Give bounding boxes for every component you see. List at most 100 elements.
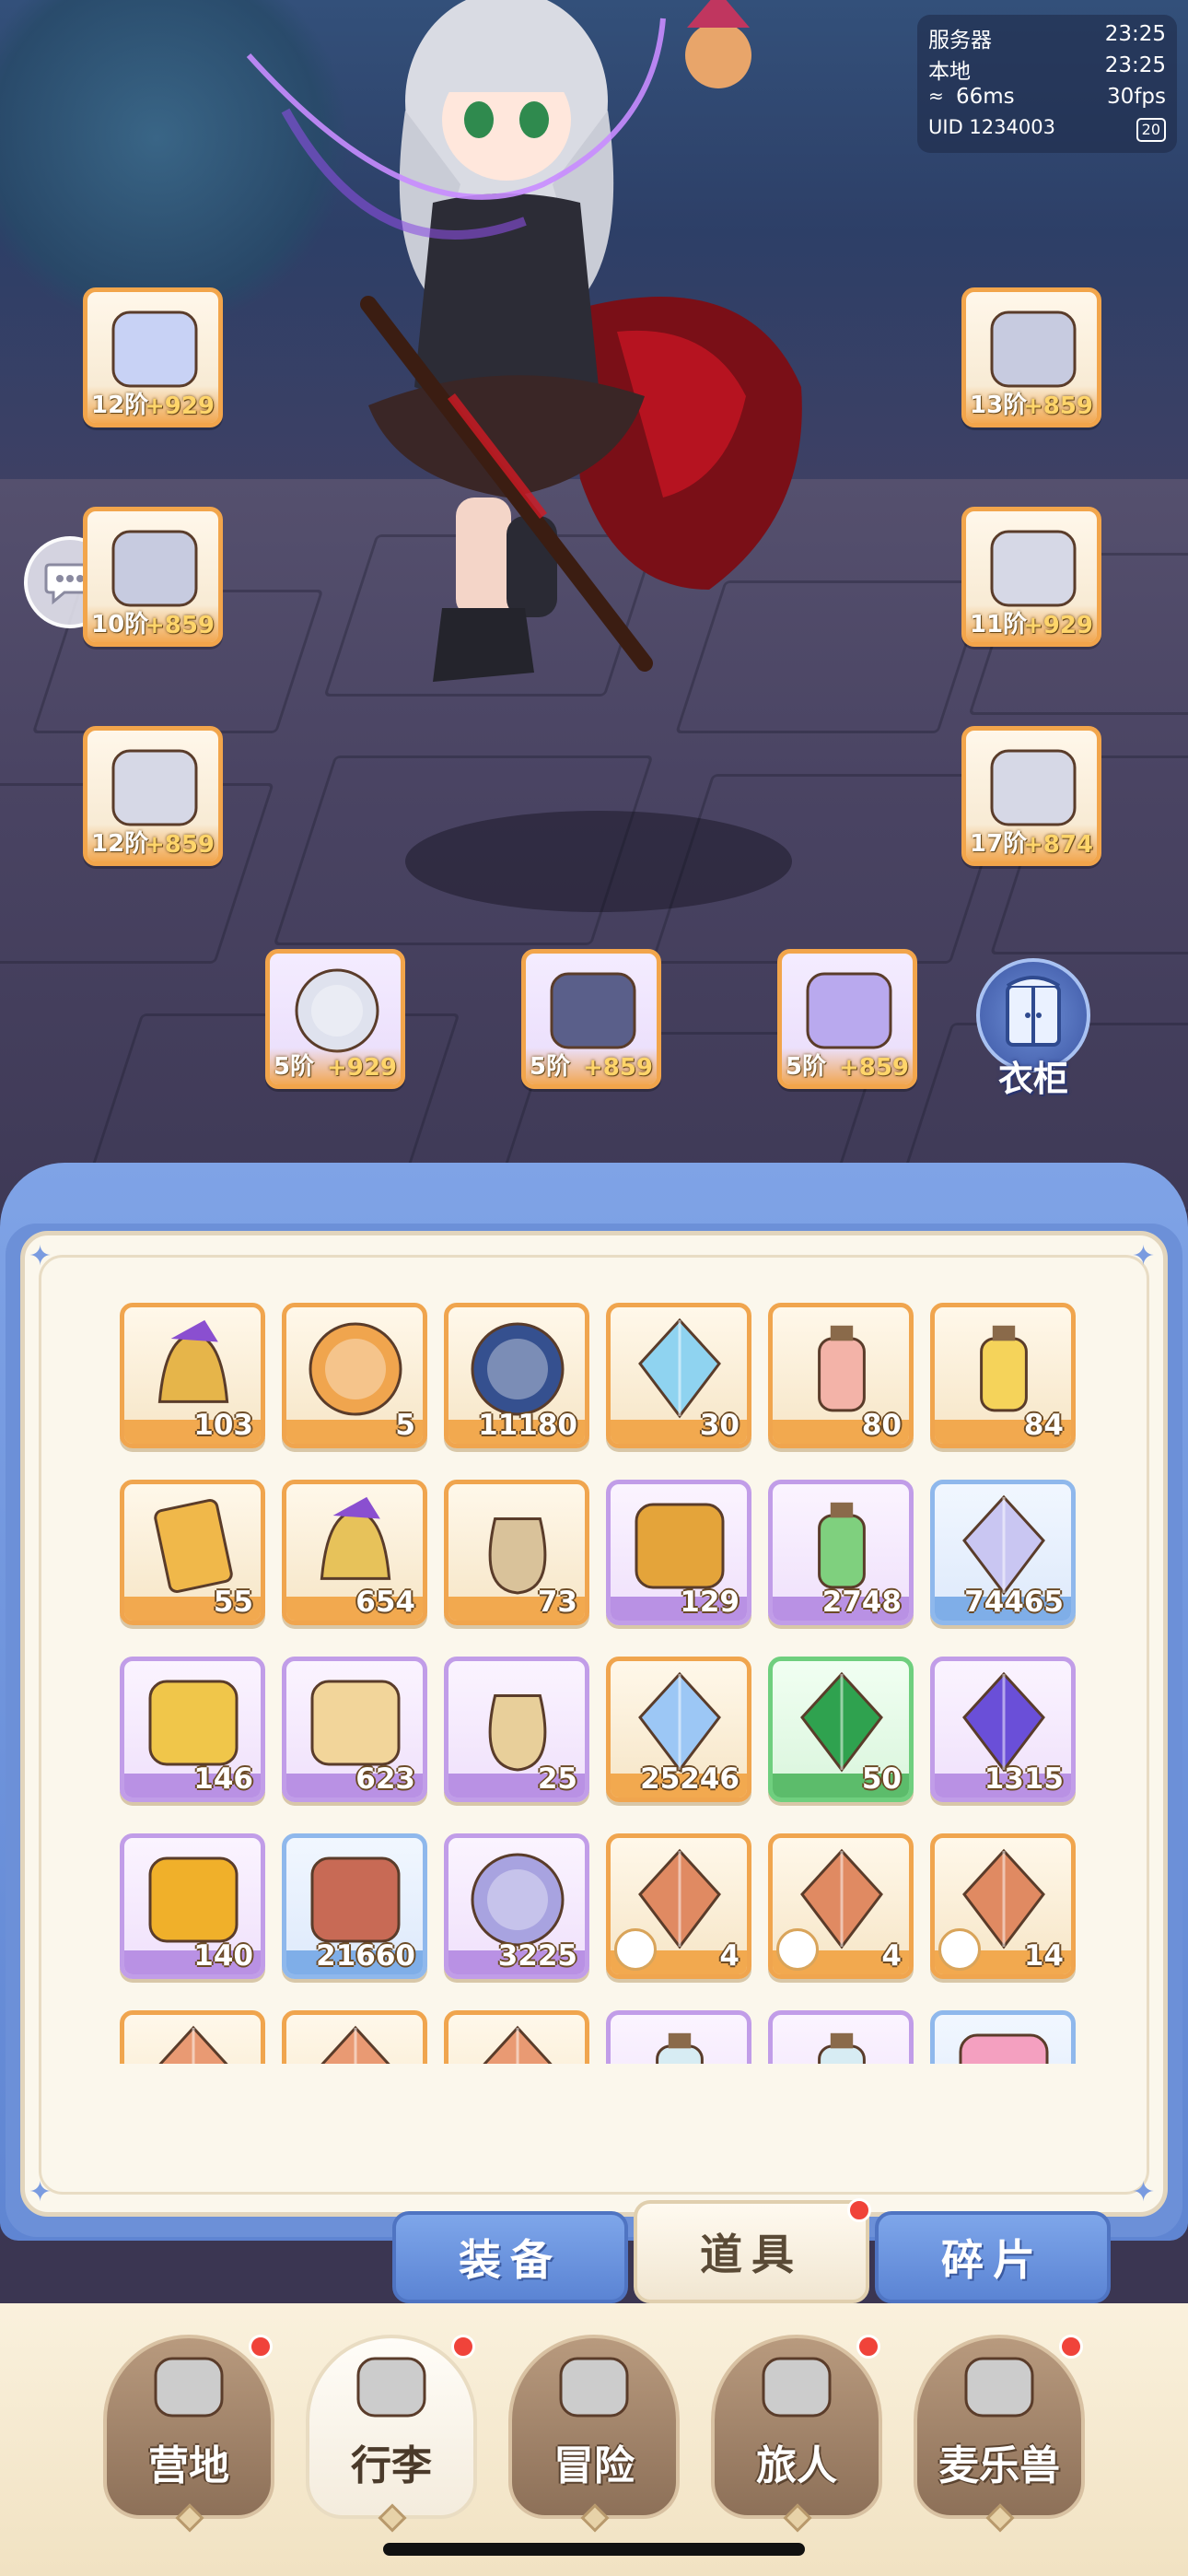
tab-equipment-label: 装备 — [459, 2235, 562, 2285]
equip-slot-helmet[interactable]: 13阶 +859 — [961, 287, 1101, 427]
paw-icon — [959, 2033, 1049, 2064]
equip-slot-amulet[interactable]: 5阶 +859 — [777, 949, 917, 1089]
shoulder-armor-icon — [111, 530, 198, 607]
inventory-grid[interactable]: 103 5 11180 30 80 84 55 654 73 129 2748 74465 146 623… — [111, 1295, 1087, 2064]
inventory-item[interactable]: 140 — [120, 1833, 265, 1979]
inventory-item[interactable]: 14 — [930, 1833, 1076, 1979]
bow-icon — [111, 310, 198, 388]
item-count: 25246 — [640, 1762, 740, 1796]
item-count: 3225 — [497, 1939, 577, 1973]
wifi-icon: ≈ — [928, 85, 944, 107]
flour-sack-icon — [488, 1694, 547, 1772]
inventory-item[interactable]: 5 — [282, 1303, 427, 1448]
corner-ornament-icon: ✦ — [1132, 2176, 1156, 2208]
wardrobe-button[interactable]: 衣柜 — [974, 958, 1092, 1099]
inventory-item[interactable]: 11180 — [444, 1303, 589, 1448]
equip-level: 12阶 — [91, 392, 149, 419]
inventory-item[interactable]: 84 — [930, 1303, 1076, 1448]
inventory-item[interactable] — [606, 2010, 751, 2064]
item-count: 80 — [861, 1409, 902, 1442]
server-time: 23:25 — [1104, 22, 1166, 46]
wardrobe-label: 衣柜 — [997, 1059, 1068, 1099]
equip-slot-gloves[interactable]: 11阶 +929 — [961, 507, 1101, 647]
inventory-item[interactable] — [282, 2010, 427, 2064]
cat-coin-icon — [309, 1322, 402, 1416]
inventory-item[interactable]: 55 — [120, 1480, 265, 1625]
nav-pet[interactable]: 麦乐兽 — [914, 2335, 1085, 2533]
inventory-item[interactable]: 129 — [606, 1480, 751, 1625]
equip-bonus: +859 — [838, 1054, 909, 1082]
battery-icon: 20 — [1136, 118, 1166, 142]
nav-label: 旅人 — [756, 2442, 837, 2489]
item-count: 25 — [537, 1762, 577, 1796]
inventory-item[interactable]: 4 — [768, 1833, 914, 1979]
inventory-item[interactable] — [444, 2010, 589, 2064]
ping-value: 66ms — [956, 85, 1015, 109]
chest-armor-icon — [111, 749, 198, 826]
inventory-item[interactable]: 30 — [606, 1303, 751, 1448]
item-count: 654 — [355, 1586, 415, 1619]
category-badge-icon — [776, 1928, 819, 1971]
bell-icon — [157, 1319, 229, 1403]
boots-icon — [990, 749, 1077, 826]
leather-icon — [310, 1856, 401, 1943]
inventory-item[interactable]: 25246 — [606, 1657, 751, 1802]
equip-slot-shoulder[interactable]: 10阶 +859 — [83, 507, 223, 647]
inventory-item[interactable]: 73 — [444, 1480, 589, 1625]
inventory-item[interactable]: 80 — [768, 1303, 914, 1448]
ore-icon — [483, 2025, 553, 2064]
notification-dot — [451, 2335, 475, 2359]
inventory-item[interactable]: 3225 — [444, 1833, 589, 1979]
helmet-icon — [990, 310, 1077, 388]
item-count: 11180 — [478, 1409, 577, 1442]
equip-level: 11阶 — [970, 611, 1028, 638]
inventory-item[interactable]: 74465 — [930, 1480, 1076, 1625]
tab-equipment[interactable]: 装备 — [392, 2211, 628, 2303]
equip-slot-necklace[interactable]: 5阶 +859 — [521, 949, 661, 1089]
inventory-item[interactable] — [120, 2010, 265, 2064]
home-indicator — [383, 2543, 805, 2556]
item-count: 4 — [881, 1939, 902, 1973]
inventory-item[interactable]: 623 — [282, 1657, 427, 1802]
inventory-item[interactable]: 4 — [606, 1833, 751, 1979]
equip-slot-chest[interactable]: 12阶 +859 — [83, 726, 223, 866]
nav-luggage[interactable]: 行李 — [306, 2335, 477, 2533]
equip-slot-boots[interactable]: 17阶 +874 — [961, 726, 1101, 866]
bottle-icon — [818, 2032, 866, 2064]
inventory-item[interactable]: 25 — [444, 1657, 589, 1802]
tab-items[interactable]: 道具 — [634, 2198, 871, 2303]
ring-icon — [295, 968, 379, 1053]
nav-label: 冒险 — [553, 2442, 635, 2489]
inventory-item[interactable]: 146 — [120, 1657, 265, 1802]
item-count: 1315 — [984, 1762, 1064, 1796]
equip-level: 5阶 — [530, 1053, 571, 1081]
equip-slot-ring[interactable]: 5阶 +929 — [265, 949, 405, 1089]
category-badge-icon — [938, 1928, 981, 1971]
item-count: 50 — [861, 1762, 902, 1796]
inventory-item[interactable]: 654 — [282, 1480, 427, 1625]
item-count: 140 — [193, 1939, 253, 1973]
equip-level: 17阶 — [970, 830, 1028, 858]
nav-camp[interactable]: 营地 — [103, 2335, 274, 2533]
paw-stamp-icon — [148, 1680, 239, 1766]
server-label: 服务器 — [928, 29, 992, 53]
inventory-item[interactable]: 103 — [120, 1303, 265, 1448]
crossed-swords-icon — [559, 2357, 629, 2418]
inventory-item[interactable]: 1315 — [930, 1657, 1076, 1802]
equip-bonus: +929 — [144, 392, 215, 420]
heart-coin-icon — [471, 1853, 565, 1947]
traveler-icon — [762, 2357, 832, 2418]
equip-level: 12阶 — [91, 830, 149, 858]
tab-fragments[interactable]: 碎片 — [875, 2211, 1111, 2303]
nav-adventure[interactable]: 冒险 — [508, 2335, 680, 2533]
purple-crystal-icon — [962, 1671, 1045, 1773]
inventory-item[interactable]: 21660 — [282, 1833, 427, 1979]
equip-slot-weapon[interactable]: 12阶 +929 — [83, 287, 223, 427]
inventory-item[interactable] — [768, 2010, 914, 2064]
inventory-item[interactable]: 50 — [768, 1657, 914, 1802]
inventory-item[interactable]: 2748 — [768, 1480, 914, 1625]
tab-items-label: 道具 — [700, 2230, 803, 2279]
inventory-item[interactable] — [930, 2010, 1076, 2064]
nav-traveler[interactable]: 旅人 — [711, 2335, 882, 2533]
paint-tube-icon — [818, 1325, 866, 1412]
